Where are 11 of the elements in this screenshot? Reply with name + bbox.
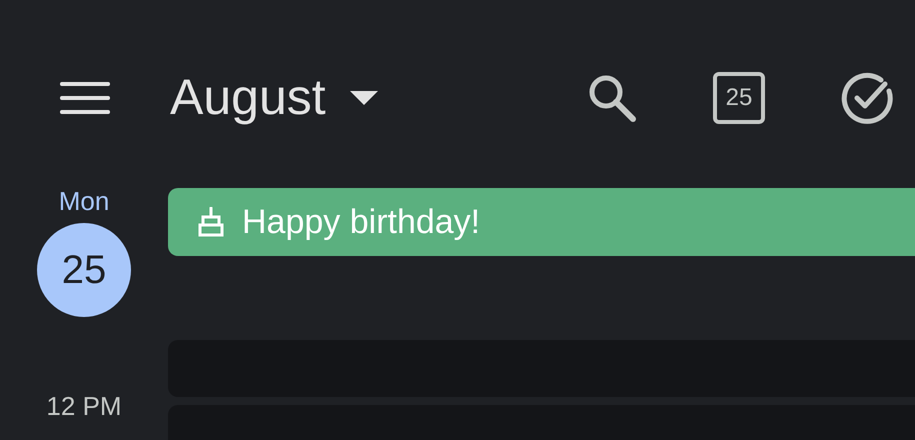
weekday-label: Mon [58,186,110,217]
cake-icon [198,207,224,237]
check-circle-icon[interactable] [841,71,895,125]
time-label: 12 PM [46,391,122,422]
calendar-icon[interactable]: 25 [713,72,765,124]
menu-icon[interactable] [60,80,110,116]
month-title[interactable]: August [170,72,326,122]
search-icon[interactable] [587,73,637,123]
date-circle[interactable]: 25 [37,223,131,317]
caret-icon[interactable] [350,91,378,105]
event-title: Happy birthday! [242,202,480,242]
